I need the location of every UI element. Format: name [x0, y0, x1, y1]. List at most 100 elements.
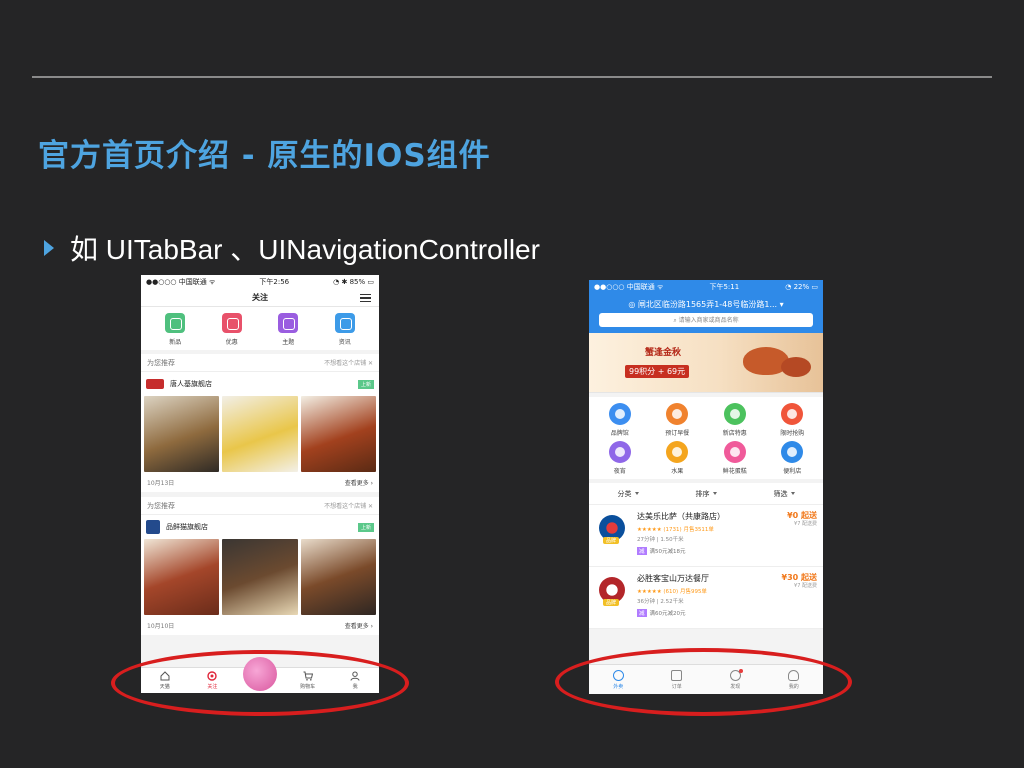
- clock-icon: [781, 403, 804, 425]
- navigation-bar: 关注: [141, 289, 379, 307]
- eleme-phone-screenshot: ●●○○○ 中国联通 ᯤ 下午5:11 ◔ 22% ▭ ◎ 闸北区临汾路1565…: [589, 280, 823, 694]
- category-news[interactable]: 资讯: [325, 313, 365, 346]
- cup-icon: [608, 441, 631, 463]
- search-input[interactable]: ⌕ 请输入商家或商品名称: [599, 313, 813, 327]
- carrier-label: ●●○○○ 中国联通 ᯤ: [594, 283, 664, 291]
- filter-bar: 分类 排序 筛选: [589, 483, 823, 505]
- product-photo[interactable]: [222, 396, 298, 472]
- filter-sort[interactable]: 排序: [696, 489, 717, 499]
- card-header: 为您推荐 不想看这个店铺 ✕: [141, 497, 379, 515]
- category-new[interactable]: 新品: [155, 313, 195, 346]
- product-photo[interactable]: [144, 539, 220, 615]
- dismiss-button[interactable]: 不想看这个店铺 ✕: [324, 501, 373, 510]
- bullet-item: 如 UITabBar 、UINavigationController: [44, 228, 540, 268]
- category-discount[interactable]: 优惠: [212, 313, 252, 346]
- product-photo[interactable]: [300, 539, 376, 615]
- caret-down-icon: [790, 492, 795, 495]
- category-grid: 品牌馆 预订早餐 新店特惠 限时抢购 夜宵 水果 鲜花蛋糕 便利店: [589, 397, 823, 479]
- status-bar: ●●○○○ 中国联通 ᯤ 下午2:56 ◔ ✱ 85% ▭: [141, 275, 379, 289]
- store-fees: ¥30 起送 ¥7 配送费: [781, 573, 817, 589]
- speaker-icon: [334, 313, 355, 333]
- recommend-card: 为您推荐 不想看这个店铺 ✕ 品鲜猫旗舰店 上新 10月10日 查看更多 ›: [141, 497, 379, 635]
- product-photo[interactable]: [144, 396, 220, 472]
- post-date: 10月13日: [147, 479, 175, 487]
- store-promo: 减满60元减20元: [637, 609, 686, 617]
- store-icon: [608, 403, 631, 425]
- tmall-phone-screenshot: ●●○○○ 中国联通 ᯤ 下午2:56 ◔ ✱ 85% ▭ 关注 新品 优惠 主…: [141, 275, 379, 693]
- shop-row[interactable]: 品鲜猫旗舰店 上新: [141, 515, 379, 539]
- basket-icon: [781, 441, 804, 463]
- see-more-link[interactable]: 查看更多 ›: [345, 621, 373, 630]
- filter-category[interactable]: 分类: [618, 489, 639, 499]
- dismiss-button[interactable]: 不想看这个店铺 ✕: [324, 358, 373, 367]
- category-row: 新品 优惠 主题 资讯: [141, 307, 379, 350]
- promo-tag-icon: 减: [637, 547, 647, 555]
- shop-row[interactable]: 唐人基旗舰店 上新: [141, 372, 379, 396]
- post-date: 10月10日: [147, 622, 175, 630]
- category-theme[interactable]: 主题: [268, 313, 308, 346]
- grid-item[interactable]: 鲜花蛋糕: [706, 441, 764, 475]
- shop-logo: [146, 379, 164, 389]
- clock: 下午5:11: [709, 283, 740, 291]
- shop-name: 唐人基旗舰店: [170, 380, 212, 388]
- product-photo[interactable]: [300, 396, 376, 472]
- new-icon: [165, 313, 186, 333]
- battery-label: ◔ ✱ 85% ▭: [333, 278, 374, 286]
- banner-price: 99积分 + 69元: [625, 365, 690, 378]
- slide-title: 官方首页介绍 - 原生的IOS组件: [38, 138, 491, 174]
- bullet-text: 如 UITabBar 、UINavigationController: [70, 234, 540, 265]
- location-selector[interactable]: ◎ 闸北区临汾路1565弄1-48号临汾路1... ▾: [599, 297, 813, 313]
- store-promo: 减满50元减18元: [637, 547, 686, 555]
- promo-tag-icon: 减: [637, 609, 647, 617]
- brand-badge: 品牌: [603, 537, 620, 544]
- caret-down-icon: [634, 492, 639, 495]
- grid-item[interactable]: 水果: [649, 441, 707, 475]
- breakfast-icon: [666, 403, 689, 425]
- new-tag: 上新: [357, 522, 374, 532]
- photo-row: [141, 396, 379, 472]
- store-item[interactable]: 品牌 达美乐比萨（共康路店） ★★★★★ (1731) 月售3511单 27分钟…: [589, 505, 823, 567]
- grid-item[interactable]: 夜宵: [591, 441, 649, 475]
- status-bar: ●●○○○ 中国联通 ᯤ 下午5:11 ◔ 22% ▭: [589, 280, 823, 294]
- filter-screen[interactable]: 筛选: [774, 489, 795, 499]
- shop-name: 品鲜猫旗舰店: [166, 523, 208, 531]
- brand-badge: 品牌: [603, 599, 620, 606]
- fruit-icon: [666, 441, 689, 463]
- grid-item[interactable]: 限时抢购: [764, 403, 822, 437]
- tabbar-highlight-circle: [111, 650, 409, 716]
- clock: 下午2:56: [259, 278, 290, 286]
- grid-icon: [278, 313, 299, 333]
- grid-item[interactable]: 品牌馆: [591, 403, 649, 437]
- card-footer: 10月10日 查看更多 ›: [141, 615, 379, 635]
- navigation-bar: ◎ 闸北区临汾路1565弄1-48号临汾路1... ▾ ⌕ 请输入商家或商品名称: [589, 294, 823, 333]
- carrier-label: ●●○○○ 中国联通 ᯤ: [146, 278, 216, 286]
- flower-icon: [723, 441, 746, 463]
- card-header: 为您推荐 不想看这个店铺 ✕: [141, 354, 379, 372]
- menu-icon[interactable]: [360, 294, 371, 302]
- store-fees: ¥0 起送 ¥7 配送费: [787, 511, 817, 527]
- card-footer: 10月13日 查看更多 ›: [141, 472, 379, 492]
- new-tag: 上新: [357, 379, 374, 389]
- grid-item[interactable]: 新店特惠: [706, 403, 764, 437]
- battery-label: ◔ 22% ▭: [785, 283, 818, 291]
- nav-title: 关注: [252, 293, 268, 302]
- top-divider: [32, 76, 992, 78]
- grid-item[interactable]: 便利店: [764, 441, 822, 475]
- caret-down-icon: [712, 492, 717, 495]
- bullet-arrow-icon: [44, 240, 54, 256]
- tabbar-highlight-circle: [555, 648, 852, 716]
- coupon-icon: [221, 313, 242, 333]
- product-photo[interactable]: [222, 539, 298, 615]
- see-more-link[interactable]: 查看更多 ›: [345, 478, 373, 487]
- photo-row: [141, 539, 379, 615]
- promo-banner[interactable]: 蟹逢金秋 99积分 + 69元: [589, 333, 823, 393]
- store-eta: 27分钟 | 1.50千米: [637, 537, 684, 543]
- crab-image: [781, 357, 811, 377]
- banner-title: 蟹逢金秋: [645, 348, 682, 358]
- shop-logo: [146, 520, 160, 534]
- store-item[interactable]: 品牌 必胜客宝山万达餐厅 ★★★★★ (610) 月售995单 36分钟 | 2…: [589, 567, 823, 629]
- recommend-card: 为您推荐 不想看这个店铺 ✕ 唐人基旗舰店 上新 10月13日 查看更多 ›: [141, 354, 379, 492]
- grid-item[interactable]: 预订早餐: [649, 403, 707, 437]
- store-eta: 36分钟 | 2.52千米: [637, 599, 684, 605]
- new-store-icon: [723, 403, 746, 425]
